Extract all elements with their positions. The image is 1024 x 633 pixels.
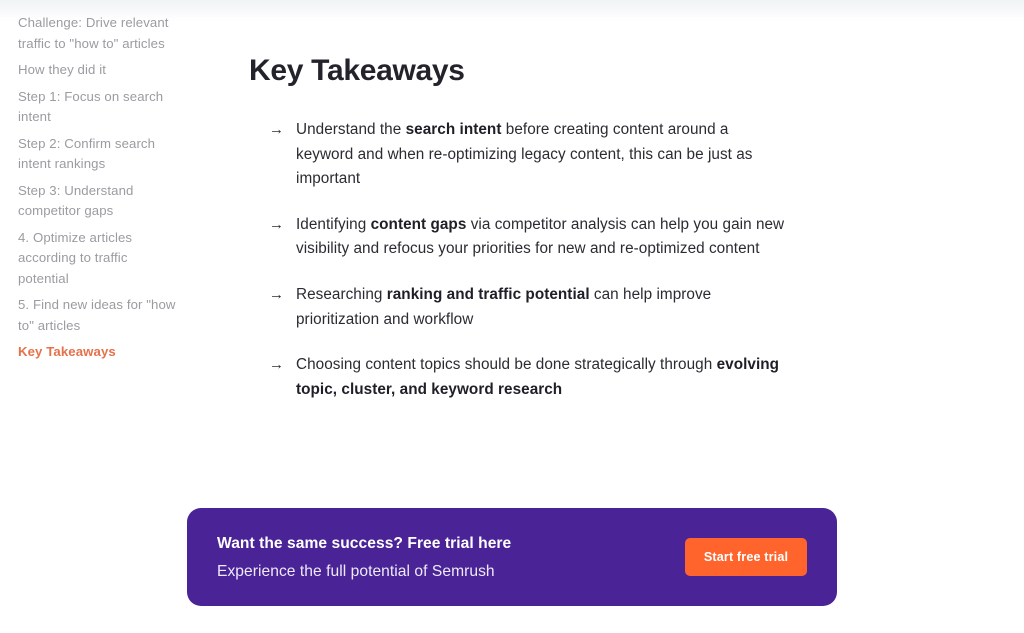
takeaway-item: → Understand the search intent before cre… [249, 118, 789, 192]
free-trial-cta-banner: Want the same success? Free trial here E… [187, 508, 837, 606]
toc-item-7[interactable]: Key Takeaways [18, 342, 176, 363]
arrow-right-icon: → [269, 356, 285, 374]
article-page: Challenge: Drive relevant traffic to "ho… [0, 0, 1024, 633]
arrow-right-icon: → [269, 285, 285, 303]
key-takeaways-list: → Understand the search intent before cre… [249, 118, 789, 402]
takeaway-item: → Identifying content gaps via competitor… [249, 213, 789, 262]
takeaway-plain: Identifying [296, 215, 371, 233]
takeaway-text: Identifying content gaps via competitor … [296, 216, 784, 258]
cta-subheadline: Experience the full potential of Semrush [217, 562, 495, 580]
page-title: Key Takeaways [249, 54, 465, 87]
takeaway-emphasis: search intent [405, 121, 502, 138]
toc-item-3[interactable]: Step 2: Confirm search intent rankings [18, 134, 176, 175]
toc-item-4[interactable]: Step 3: Understand competitor gaps [18, 181, 176, 222]
toc-item-1[interactable]: How they did it [18, 60, 176, 81]
toc-item-0[interactable]: Challenge: Drive relevant traffic to "ho… [18, 13, 176, 54]
takeaway-plain: Researching [296, 285, 387, 303]
takeaway-plain: Understand the [296, 121, 406, 138]
takeaway-emphasis: ranking and traffic potential [386, 285, 590, 303]
takeaway-text: Researching ranking and traffic potentia… [296, 286, 711, 328]
article-table-of-contents: Challenge: Drive relevant traffic to "ho… [0, 13, 186, 369]
toc-item-6[interactable]: 5. Find new ideas for "how to" articles [18, 295, 176, 336]
arrow-right-icon: → [269, 215, 285, 233]
takeaway-item: → Choosing content topics should be done … [249, 353, 789, 402]
takeaway-item: → Researching ranking and traffic potenti… [249, 283, 789, 332]
toc-item-5[interactable]: 4. Optimize articles according to traffi… [18, 228, 176, 290]
cta-headline: Want the same success? Free trial here [217, 534, 512, 552]
cta-text-block: Want the same success? Free trial here E… [217, 534, 511, 581]
takeaway-plain: Choosing content topics should be done s… [296, 356, 717, 374]
takeaway-text: Understand the search intent before crea… [296, 121, 753, 187]
toc-item-2[interactable]: Step 1: Focus on search intent [18, 87, 176, 128]
arrow-right-icon: → [269, 121, 285, 138]
takeaway-emphasis: content gaps [370, 215, 467, 233]
start-free-trial-button[interactable]: Start free trial [685, 538, 807, 576]
main-content: Key Takeaways → Understand the search int… [249, 52, 789, 402]
takeaway-text: Choosing content topics should be done s… [296, 356, 779, 398]
